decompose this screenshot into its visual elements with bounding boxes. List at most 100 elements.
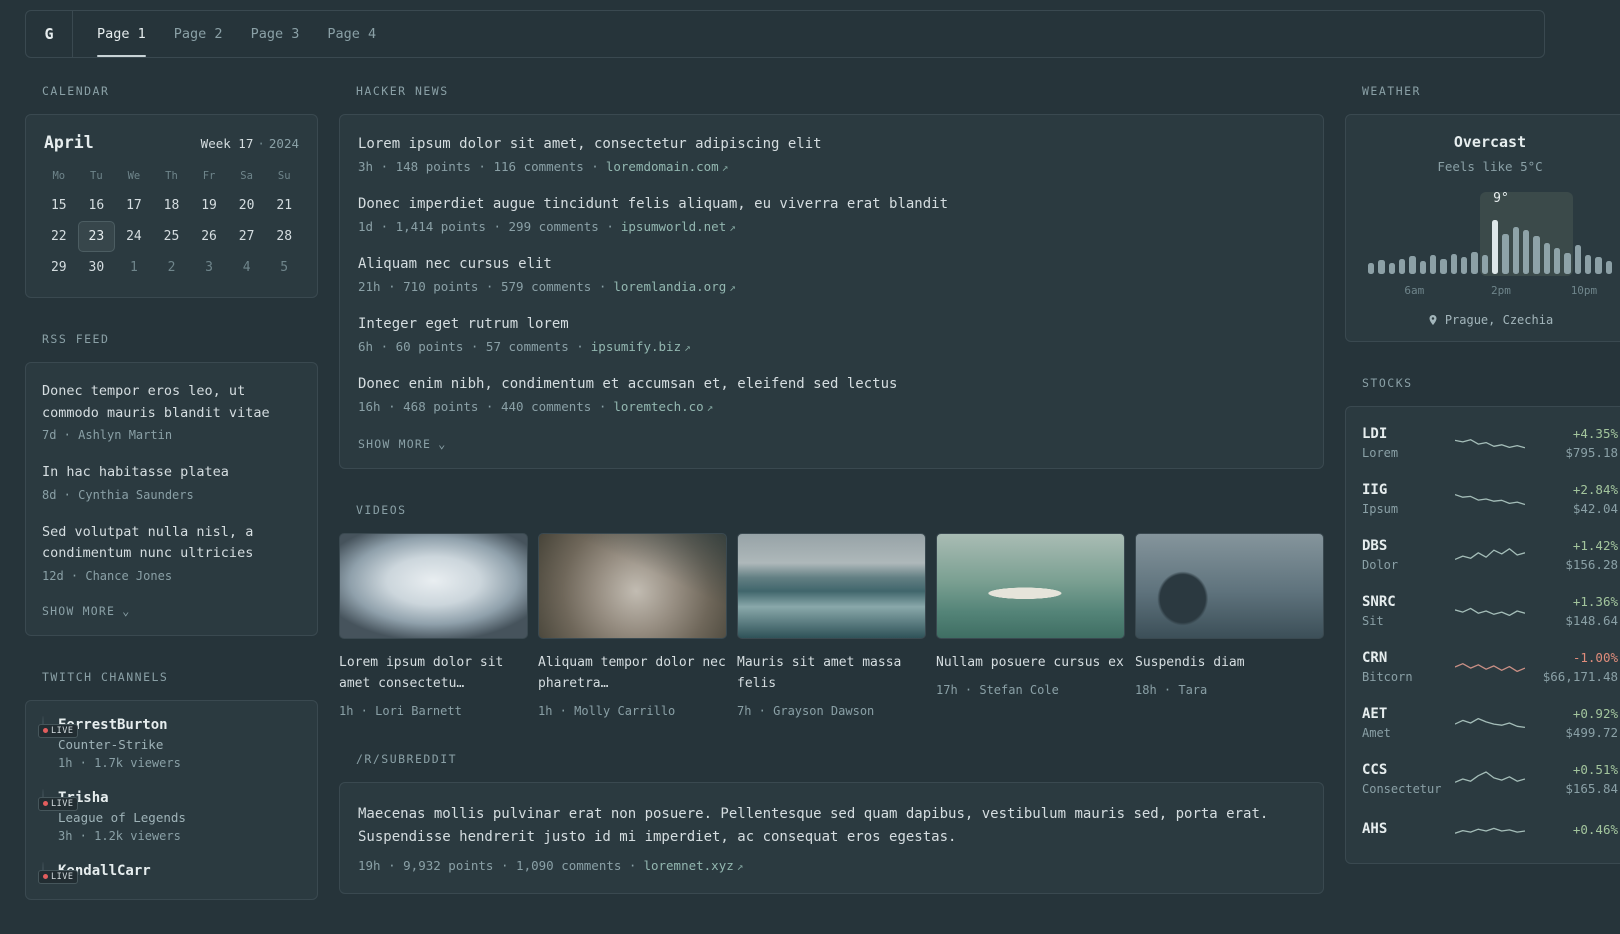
hacker-news-item-domain[interactable]: loremlandia.org	[613, 279, 726, 294]
video-title[interactable]: Suspendis diam	[1135, 653, 1324, 674]
stock-change: +0.51%	[1572, 762, 1618, 777]
channel-game: League of Legends	[58, 809, 186, 825]
stock-identity: CRN Bitcorn	[1362, 650, 1452, 684]
video-card[interactable]: Mauris sit amet massa felis 7h · Grayson…	[737, 533, 926, 718]
stocks-widget-title: STOCKS	[1362, 376, 1413, 390]
stock-symbol: DBS	[1362, 538, 1388, 554]
stock-price: $42.04	[1572, 501, 1618, 516]
stock-row[interactable]: CCS Consectetur +0.51% $165.84	[1362, 751, 1618, 807]
hacker-news-item-domain[interactable]: loremdomain.com	[606, 159, 719, 174]
hacker-news-item-title[interactable]: Aliquam nec cursus elit	[358, 256, 1305, 272]
hacker-news-item-title[interactable]: Lorem ipsum dolor sit amet, consectetur …	[358, 136, 1305, 152]
avatar-wrap: LIVE	[38, 861, 79, 884]
stock-symbol: AHS	[1362, 821, 1388, 837]
video-card[interactable]: Aliquam tempor dolor nec pharetra… 1h · …	[538, 533, 727, 718]
location-pin-icon	[1429, 315, 1437, 325]
rss-item-meta: 7d · Ashlyn Martin	[42, 428, 173, 443]
hacker-news-item-domain[interactable]: ipsumworld.net	[621, 219, 726, 234]
weather-bar	[1460, 256, 1468, 274]
stock-sparkline	[1452, 654, 1528, 680]
subreddit-post-domain[interactable]: loremnet.xyz	[643, 858, 733, 873]
stock-identity: AHS	[1362, 821, 1452, 841]
stock-row[interactable]: DBS Dolor +1.42% $156.28	[1362, 527, 1618, 583]
rss-item-title[interactable]: In hac habitasse platea	[42, 462, 301, 484]
stock-identity: SNRC Sit	[1362, 594, 1452, 628]
stock-sparkline	[1452, 766, 1528, 792]
stock-price: $148.64	[1565, 613, 1618, 628]
stock-name: Ipsum	[1362, 502, 1399, 516]
stock-row[interactable]: AHS +0.46%	[1362, 807, 1618, 855]
weather-bar	[1450, 254, 1457, 274]
calendar-day: 3	[205, 260, 213, 275]
weather-bar	[1398, 258, 1406, 274]
sparkline-chart	[1455, 827, 1525, 834]
calendar-day: 2	[167, 260, 176, 275]
live-dot-icon	[43, 801, 48, 807]
video-thumbnail[interactable]	[1135, 533, 1324, 639]
live-badge: LIVE	[38, 796, 79, 811]
video-title[interactable]: Aliquam tempor dolor nec pharetra…	[538, 653, 727, 695]
calendar-day: 22	[50, 229, 67, 244]
videos-widget-title: VIDEOS	[356, 503, 407, 517]
stock-change: +1.36%	[1572, 594, 1618, 609]
stock-row[interactable]: IIG Ipsum +2.84% $42.04	[1362, 471, 1618, 527]
twitch-channel-row[interactable]: LIVE ForrestBurton Counter-Strike 1h · 1…	[38, 715, 301, 770]
page-tab[interactable]: Page 4	[327, 11, 376, 57]
sparkline-chart	[1455, 771, 1525, 783]
calendar-day: 26	[201, 229, 217, 244]
page-tab[interactable]: Page 2	[174, 11, 223, 57]
stock-values: +1.36% $148.64	[1528, 594, 1618, 628]
weather-time-axis: 6am 2pm 10pm	[1368, 284, 1612, 298]
stock-change: +1.42%	[1572, 538, 1618, 553]
stock-row[interactable]: LDI Lorem +4.35% $795.18	[1362, 415, 1618, 471]
video-thumbnail[interactable]	[339, 533, 528, 639]
hacker-news-item-title[interactable]: Integer eget rutrum lorem	[358, 316, 1305, 332]
hacker-news-item-stats: 6h · 60 points · 57 comments ·	[358, 339, 584, 354]
rss-show-more-button[interactable]: SHOW MORE ⌄	[42, 604, 131, 618]
twitch-channel-row[interactable]: LIVE Trisha League of Legends 3h · 1.2k …	[38, 788, 301, 843]
video-title[interactable]: Lorem ipsum dolor sit amet consectetu…	[339, 653, 528, 695]
stock-row[interactable]: CRN Bitcorn -1.00% $66,171.48	[1362, 639, 1618, 695]
rss-item-title[interactable]: Sed volutpat nulla nisl, a condimentum n…	[42, 522, 301, 565]
weather-widget: WEATHER Overcast Feels like 5°C 9° 6am 2p…	[1345, 84, 1620, 342]
video-card[interactable]: Lorem ipsum dolor sit amet consectetu… 1…	[339, 533, 528, 718]
stock-symbol: SNRC	[1362, 594, 1396, 610]
stock-sparkline	[1452, 598, 1528, 624]
stock-sparkline	[1452, 430, 1528, 456]
stock-name: Dolor	[1362, 558, 1399, 572]
video-title[interactable]: Nullam posuere cursus ex	[936, 653, 1125, 674]
hacker-news-item-title[interactable]: Donec enim nibh, condimentum et accumsan…	[358, 376, 1305, 392]
hacker-news-item-domain[interactable]: loremtech.co	[613, 399, 703, 414]
hacker-news-item-title[interactable]: Donec imperdiet augue tincidunt felis al…	[358, 196, 1305, 212]
video-thumbnail[interactable]	[936, 533, 1125, 639]
stock-identity: LDI Lorem	[1362, 426, 1452, 460]
chevron-down-icon: ⌄	[438, 437, 447, 451]
twitch-channel-row[interactable]: LIVE KendallCarr	[38, 861, 301, 884]
page-tabs: Page 1 Page 2 Page 3 Page 4	[73, 11, 376, 57]
stock-row[interactable]: AET Amet +0.92% $499.72	[1362, 695, 1618, 751]
rss-item: Donec tempor eros leo, ut commodo mauris…	[42, 381, 301, 442]
stock-values: +4.35% $795.18	[1528, 426, 1618, 460]
calendar-day: 18	[163, 198, 180, 213]
rss-item-title[interactable]: Donec tempor eros leo, ut commodo mauris…	[42, 381, 301, 424]
subreddit-post-title[interactable]: Maecenas mollis pulvinar erat non posuer…	[358, 803, 1305, 849]
calendar-day: 30	[88, 260, 105, 275]
stock-symbol: CRN	[1362, 650, 1388, 666]
video-title[interactable]: Mauris sit amet massa felis	[737, 653, 926, 695]
video-meta: 18h · Tara	[1135, 682, 1208, 697]
video-card[interactable]: Nullam posuere cursus ex 17h · Stefan Co…	[936, 533, 1125, 718]
stock-row[interactable]: SNRC Sit +1.36% $148.64	[1362, 583, 1618, 639]
page-tab[interactable]: Page 1	[97, 11, 146, 57]
hacker-news-item-meta: 6h · 60 points · 57 comments · ipsumify.b…	[358, 339, 1305, 354]
external-link-icon: ↗	[736, 859, 744, 873]
live-badge: LIVE	[38, 723, 79, 738]
hacker-news-item-stats: 16h · 468 points · 440 comments ·	[358, 399, 607, 414]
video-thumbnail[interactable]	[538, 533, 727, 639]
weather-bar	[1388, 263, 1395, 274]
calendar-day-header: Th	[165, 170, 178, 182]
video-thumbnail[interactable]	[737, 533, 926, 639]
hacker-news-show-more-button[interactable]: SHOW MORE ⌄	[358, 437, 447, 451]
page-tab[interactable]: Page 3	[251, 11, 300, 57]
video-card[interactable]: Suspendis diam 18h · Tara	[1135, 533, 1324, 718]
hacker-news-item-domain[interactable]: ipsumify.biz	[591, 339, 681, 354]
